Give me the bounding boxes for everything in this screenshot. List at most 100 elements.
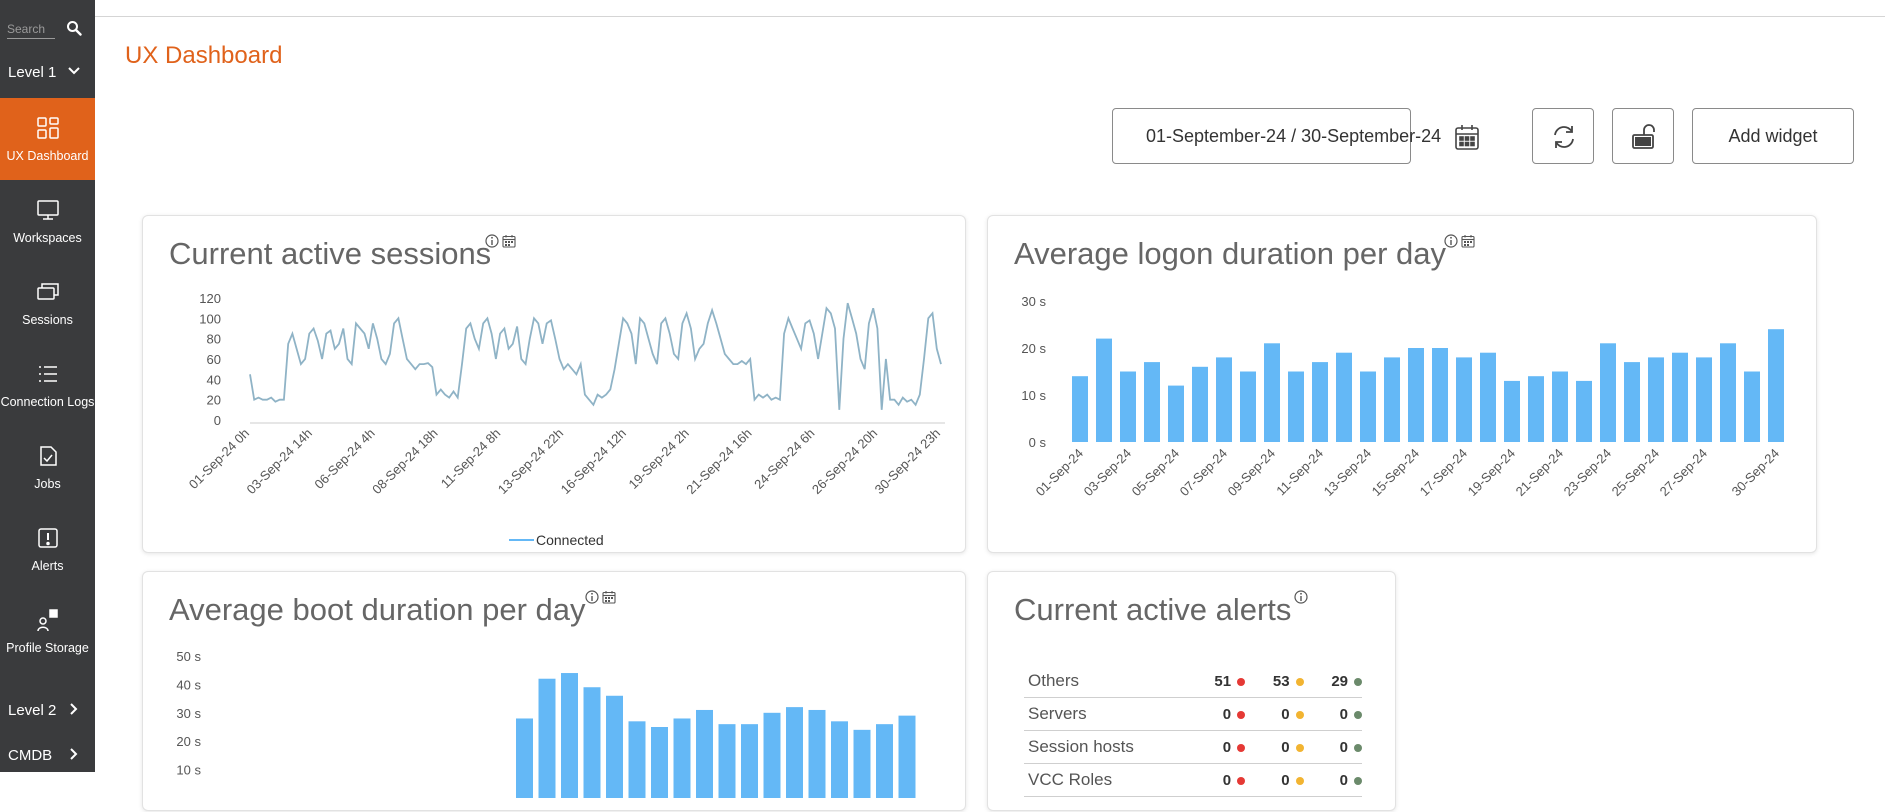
x-tick-label: 16-Sep-24 12h [558, 426, 629, 497]
legend-label: Connected [536, 532, 604, 548]
cmdb-toggle[interactable]: CMDB [0, 735, 95, 775]
bar [538, 678, 556, 798]
y-tick-label: 20 s [1021, 341, 1046, 356]
y-tick-label: 50 s [176, 649, 201, 664]
sidebar-item-sessions[interactable]: Sessions [0, 262, 95, 344]
x-tick-label: 05-Sep-24 [1129, 446, 1183, 500]
cmdb-label: CMDB [8, 746, 53, 764]
date-range-text: 01-September-24 / 30-September-24 [1146, 126, 1442, 146]
sidebar-item-label: Alerts [31, 559, 64, 573]
count-value: 53 [1272, 672, 1290, 690]
alert-category: VCC Roles [1024, 763, 1187, 797]
bar [516, 718, 533, 798]
bar [1456, 357, 1472, 442]
y-tick-label: 0 [214, 413, 221, 428]
bar [1096, 338, 1112, 442]
bar [1504, 380, 1520, 442]
x-tick-label: 21-Sep-24 16h [683, 426, 754, 497]
count-value: 0 [1339, 705, 1348, 723]
y-tick-label: 120 [199, 291, 221, 306]
sidebar-item-jobs[interactable]: Jobs [0, 426, 95, 508]
bar [1336, 352, 1352, 442]
sidebar-item-alerts[interactable]: Alerts [0, 508, 95, 590]
refresh-button[interactable] [1532, 108, 1594, 164]
table-row[interactable]: Session hosts 0 0 0 [1024, 730, 1362, 764]
y-tick-label: 40 s [176, 677, 201, 692]
gray-dot-icon [1354, 710, 1362, 719]
bar [696, 709, 713, 798]
bar [1288, 371, 1304, 442]
red-dot-icon [1237, 776, 1246, 785]
bar [1408, 348, 1424, 442]
logon-bar-chart: 0 s 10 s 20 s 30 s 01-Sep-2403-Sep-2405-Sep-… [1021, 294, 1784, 500]
bar [1720, 343, 1736, 442]
red-dot-icon [1237, 743, 1246, 752]
x-tick-label: 30-Sep-24 [1729, 446, 1783, 500]
alert-category: Others [1024, 665, 1187, 698]
chevron-down-icon [68, 67, 80, 75]
bar [1480, 352, 1496, 442]
table-row[interactable]: Servers 0 0 0 [1024, 697, 1362, 731]
count-value: 0 [1222, 738, 1232, 756]
bar [898, 715, 916, 798]
sidebar-item-workspaces[interactable]: Workspaces [0, 180, 95, 262]
table-row[interactable]: VCC Roles 0 0 0 [1024, 763, 1362, 797]
y-tick-label: 80 [207, 332, 221, 347]
gray-dot-icon [1354, 743, 1362, 752]
table-row[interactable]: Others 51 53 29 [1024, 665, 1362, 698]
info-icon[interactable] [1294, 590, 1308, 604]
bar [1072, 376, 1088, 442]
count-value: 0 [1281, 738, 1290, 756]
alert-count-yellow: 0 [1245, 697, 1304, 731]
bar [1384, 357, 1400, 442]
sidebar-item-connection-logs[interactable]: Connection Logs [0, 344, 95, 426]
x-tick-label: 06-Sep-24 4h [311, 426, 377, 492]
bar [583, 687, 601, 798]
bar [1192, 366, 1208, 442]
windows-stack-icon [37, 283, 59, 300]
boot-bar-chart: 10 s 20 s 30 s 40 s 50 s [176, 649, 916, 798]
unlock-layout-button[interactable] [1612, 108, 1674, 164]
profile-storage-icon [37, 609, 58, 632]
date-range-picker[interactable]: 01-September-24 / 30-September-24 [1112, 108, 1479, 164]
x-tick-label: 13-Sep-24 [1321, 446, 1375, 500]
gray-dot-icon [1354, 677, 1362, 686]
bar [1768, 329, 1784, 442]
sidebar-item-label: UX Dashboard [6, 149, 89, 163]
search-input[interactable] [7, 20, 55, 39]
count-value: 0 [1339, 738, 1348, 756]
monitor-icon [37, 200, 59, 220]
add-widget-button[interactable]: Add widget [1692, 108, 1854, 164]
series-line-connected [249, 302, 942, 410]
clipboard-check-icon [40, 446, 57, 466]
x-tick-label: 19-Sep-24 2h [626, 426, 692, 492]
widget-active-sessions: Current active sessions 0 20 40 60 80 100 120 0… [142, 215, 966, 553]
bar [853, 729, 871, 798]
red-dot-icon [1237, 677, 1246, 686]
page-title: UX Dashboard [125, 42, 283, 69]
chevron-right-icon [70, 703, 78, 715]
bar [831, 721, 848, 798]
bar [1624, 362, 1640, 442]
count-value: 0 [1281, 771, 1290, 789]
sidebar-item-profile-storage[interactable]: Profile Storage [0, 590, 95, 672]
bar [1576, 380, 1592, 442]
bar [1216, 357, 1232, 442]
bar [1648, 357, 1664, 442]
sidebar-search [0, 0, 95, 48]
bar [1432, 348, 1448, 442]
level2-toggle[interactable]: Level 2 [0, 690, 95, 730]
list-icon [39, 366, 57, 382]
bar [1144, 362, 1160, 442]
count-value: 51 [1214, 672, 1232, 690]
alert-category: Servers [1024, 697, 1187, 731]
bar [1360, 371, 1376, 442]
bar [1672, 352, 1688, 442]
level1-toggle[interactable]: Level 1 [0, 52, 95, 92]
bar [1264, 343, 1280, 442]
alert-count-red: 0 [1186, 730, 1246, 764]
alerts-table: Others 51 53 29 Servers 0 0 0 Session ho… [1024, 665, 1362, 797]
sidebar-item-ux-dashboard[interactable]: UX Dashboard [0, 98, 95, 180]
search-icon[interactable] [66, 20, 82, 36]
alert-count-red: 0 [1186, 697, 1246, 731]
